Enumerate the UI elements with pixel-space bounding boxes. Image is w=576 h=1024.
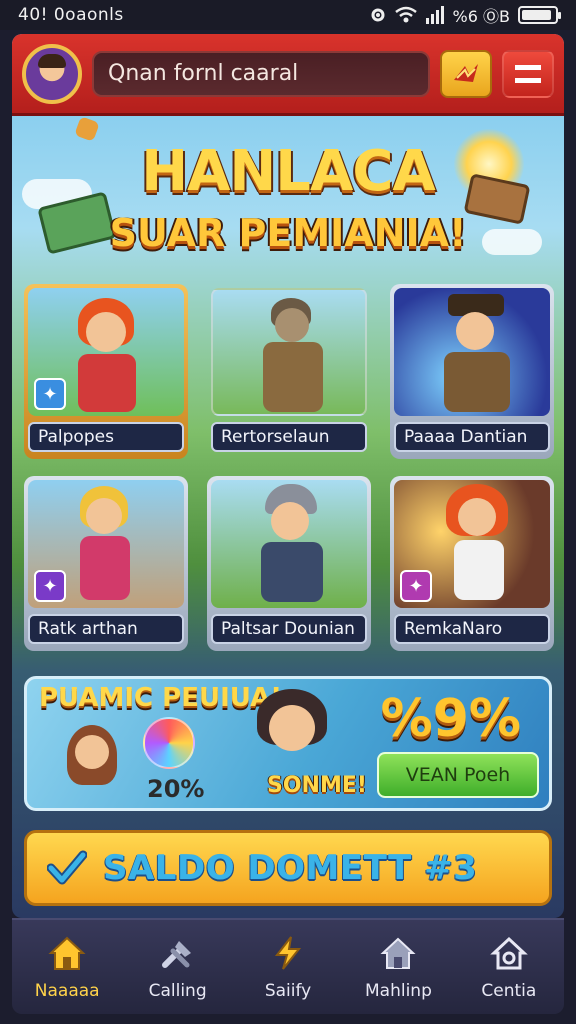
nav-item-saiify[interactable]: Saiify <box>233 920 343 1014</box>
character-card[interactable]: ✦ RemkaNaro <box>390 476 554 651</box>
character-name: RemkaNaro <box>394 614 550 644</box>
status-bar: 40! 0oaonls %6 ⓄB <box>0 0 576 30</box>
coin-decoration <box>74 116 100 142</box>
gear-house-icon <box>489 933 529 973</box>
character-name: Palpopes <box>28 422 184 452</box>
character-card[interactable]: ✦ Palpopes <box>24 284 188 459</box>
status-time: 40! 0oaonls <box>18 5 124 25</box>
character-art <box>211 288 367 416</box>
nav-item-home[interactable]: Naaaaa <box>12 920 122 1014</box>
nav-item-calling[interactable]: Calling <box>122 920 232 1014</box>
battery-icon <box>518 6 561 24</box>
nav-label: Calling <box>148 981 207 1001</box>
character-art <box>394 288 550 416</box>
character-art: ✦ <box>394 480 550 608</box>
element-badge: ✦ <box>400 570 432 602</box>
banner-title: HANLACA <box>141 139 436 204</box>
deposit-button[interactable]: SALDO DOMETT #3 <box>24 830 552 906</box>
wifi-icon <box>394 6 417 23</box>
character-name: Paaaa Dantian <box>394 422 550 452</box>
promo-button-label: VEAN Poeh <box>405 764 511 786</box>
promo-title: PUAMIC PEUIUA! <box>39 683 283 713</box>
nav-label: Naaaaa <box>34 981 100 1001</box>
avatar[interactable] <box>22 43 82 104</box>
nav-item-mahlinp[interactable]: Mahlinp <box>343 920 453 1014</box>
menu-icon <box>515 64 541 83</box>
settings-icon <box>371 8 385 22</box>
character-art <box>211 480 367 608</box>
element-badge: ✦ <box>34 570 66 602</box>
search-input[interactable]: Qnan fornl caaral <box>92 50 430 97</box>
gift-button[interactable] <box>440 49 492 98</box>
menu-button[interactable] <box>502 49 554 98</box>
character-card[interactable]: Paltsar Dounian <box>207 476 371 651</box>
status-icons: %6 ⓄB <box>369 3 561 27</box>
gift-icon <box>454 63 478 82</box>
character-name: Ratk arthan <box>28 614 184 644</box>
status-text: %6 ⓄB <box>452 7 510 26</box>
character-name: Paltsar Dounian <box>211 614 367 644</box>
promo-percent: 20% <box>147 775 205 803</box>
deposit-label: SALDO DOMETT #3 <box>103 848 478 888</box>
character-art: ✦ <box>28 480 184 608</box>
search-text: Qnan fornl caaral <box>108 61 299 86</box>
bottom-nav: Naaaaa Calling Saiify Mahlinp Centia <box>12 918 564 1014</box>
nav-label: Saiify <box>264 981 312 1001</box>
gem-ball-icon <box>143 717 195 769</box>
promo-button[interactable]: VEAN Poeh <box>377 752 539 798</box>
promo-number: %9% <box>380 689 521 749</box>
promo-panel[interactable]: PUAMIC PEUIUA! 20% SONME! %9% VEAN Poeh <box>24 676 552 811</box>
check-icon <box>47 848 87 888</box>
character-card[interactable]: Paaaa Dantian <box>390 284 554 459</box>
element-badge: ✦ <box>34 378 66 410</box>
nav-label: Centia <box>481 981 537 1001</box>
character-name: Rertorselaun <box>211 422 367 452</box>
home-icon <box>47 933 87 973</box>
character-card[interactable]: Rertorselaun <box>207 284 371 459</box>
character-card[interactable]: ✦ Ratk arthan <box>24 476 188 651</box>
promo-tag: SONME! <box>267 773 367 798</box>
signal-icon <box>425 6 444 24</box>
nav-item-centia[interactable]: Centia <box>454 920 564 1014</box>
banner-subtitle: SUAR PEMIANIA! <box>109 211 467 255</box>
house-icon <box>378 933 418 973</box>
top-header: Qnan fornl caaral <box>12 34 564 116</box>
hero-banner: HANLACA SUAR PEMIANIA! <box>12 116 564 284</box>
tools-icon <box>158 933 198 973</box>
nav-label: Mahlinp <box>364 981 432 1001</box>
character-art: ✦ <box>28 288 184 416</box>
lightning-icon <box>268 933 308 973</box>
